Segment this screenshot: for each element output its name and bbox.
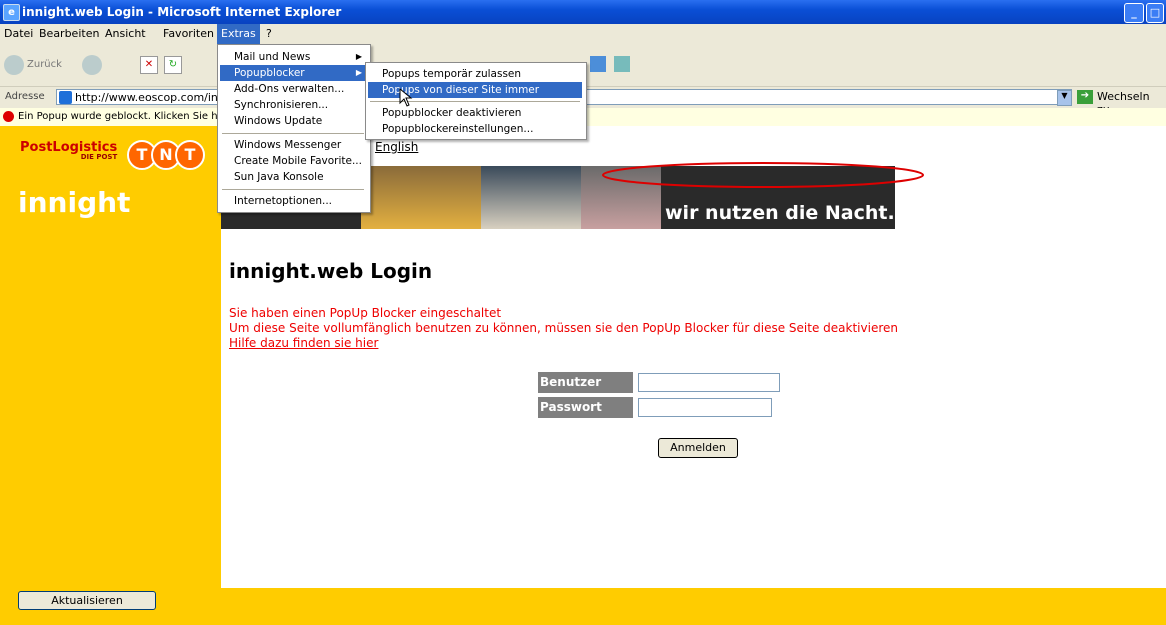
back-icon[interactable] xyxy=(4,55,24,75)
menu-extras[interactable]: Extras xyxy=(217,24,260,44)
page-icon xyxy=(59,91,72,104)
menu-item-popupblocker[interactable]: Popupblocker ▶ xyxy=(220,65,366,81)
submenu-arrow-icon: ▶ xyxy=(355,52,362,61)
menu-separator xyxy=(222,189,364,190)
login-button[interactable]: Anmelden xyxy=(658,438,738,458)
stop-icon[interactable]: ✕ xyxy=(140,56,158,74)
extras-menu: Mail und News ▶ Popupblocker ▶ Add-Ons ver… xyxy=(217,44,371,213)
password-input[interactable] xyxy=(638,398,772,417)
username-label: Benutzer xyxy=(538,371,633,393)
history-icon[interactable] xyxy=(590,56,606,72)
address-label: Adresse xyxy=(5,91,45,102)
menu-favoriten[interactable]: Favoriten xyxy=(163,27,214,40)
footer-bar xyxy=(221,588,1166,625)
blocked-popup-icon xyxy=(3,111,14,122)
infobar-text[interactable]: Ein Popup wurde geblockt. Klicken Sie hi… xyxy=(18,108,231,126)
messenger-icon[interactable] xyxy=(614,56,630,72)
menu-item-internet-options[interactable]: Internetoptionen... xyxy=(220,193,366,209)
tnt-logo: TNT xyxy=(127,140,213,170)
popup-warning-line-1: Sie haben einen PopUp Blocker eingeschal… xyxy=(229,306,502,320)
menu-separator xyxy=(222,133,364,134)
innight-brand: innight xyxy=(18,186,131,219)
help-link[interactable]: Hilfe dazu finden sie hier xyxy=(229,336,378,350)
menu-item-windows-update[interactable]: Windows Update xyxy=(220,113,366,129)
menu-item-messenger[interactable]: Windows Messenger xyxy=(220,137,366,153)
back-label[interactable]: Zurück xyxy=(27,59,62,70)
refresh-page-button[interactable]: Aktualisieren xyxy=(18,591,156,610)
menu-item-mail-news[interactable]: Mail und News ▶ xyxy=(220,49,366,65)
menu-item-popupblocker-settings[interactable]: Popupblockereinstellungen... xyxy=(368,121,582,137)
menu-help[interactable]: ? xyxy=(266,27,272,40)
menu-item-sync[interactable]: Synchronisieren... xyxy=(220,97,366,113)
forward-icon[interactable] xyxy=(82,55,102,75)
window-title-bar[interactable]: e innight.web Login - Microsoft Internet… xyxy=(0,0,1166,24)
go-arrow-icon[interactable]: ➔ xyxy=(1077,90,1093,104)
sidebar: PostLogistics DIE POST TNT innight Aktua… xyxy=(0,126,221,625)
ie-icon: e xyxy=(3,4,20,21)
menu-item-addons[interactable]: Add-Ons verwalten... xyxy=(220,81,366,97)
menu-bar: Datei Bearbeiten Ansicht Favoriten Extra… xyxy=(0,24,1166,44)
menu-item-mobile-favorite[interactable]: Create Mobile Favorite... xyxy=(220,153,366,169)
popup-warning-line-2: Um diese Seite vollumfänglich benutzen z… xyxy=(229,321,898,335)
minimize-button[interactable]: _ xyxy=(1124,3,1144,23)
password-label: Passwort xyxy=(538,396,633,418)
menu-item-java-console[interactable]: Sun Java Konsole xyxy=(220,169,366,185)
red-ellipse-annotation xyxy=(602,162,924,188)
language-english[interactable]: English xyxy=(375,140,418,154)
maximize-button[interactable]: □ xyxy=(1146,3,1164,23)
menu-bearbeiten[interactable]: Bearbeiten xyxy=(39,27,99,40)
refresh-icon[interactable]: ↻ xyxy=(164,56,182,74)
address-dropdown-icon[interactable]: ▼ xyxy=(1057,90,1072,106)
postlogistics-logo: PostLogistics DIE POST xyxy=(20,140,118,161)
mouse-cursor-icon xyxy=(399,88,413,107)
submenu-arrow-icon: ▶ xyxy=(355,68,362,77)
banner-slogan: wir nutzen die Nacht. xyxy=(665,202,895,224)
menu-ansicht[interactable]: Ansicht xyxy=(105,27,146,40)
menu-item-allow-temporarily[interactable]: Popups temporär zulassen xyxy=(368,66,582,82)
username-input[interactable] xyxy=(638,373,780,392)
window-title: innight.web Login - Microsoft Internet E… xyxy=(22,5,342,19)
menu-datei[interactable]: Datei xyxy=(4,27,33,40)
page-title: innight.web Login xyxy=(229,259,433,283)
